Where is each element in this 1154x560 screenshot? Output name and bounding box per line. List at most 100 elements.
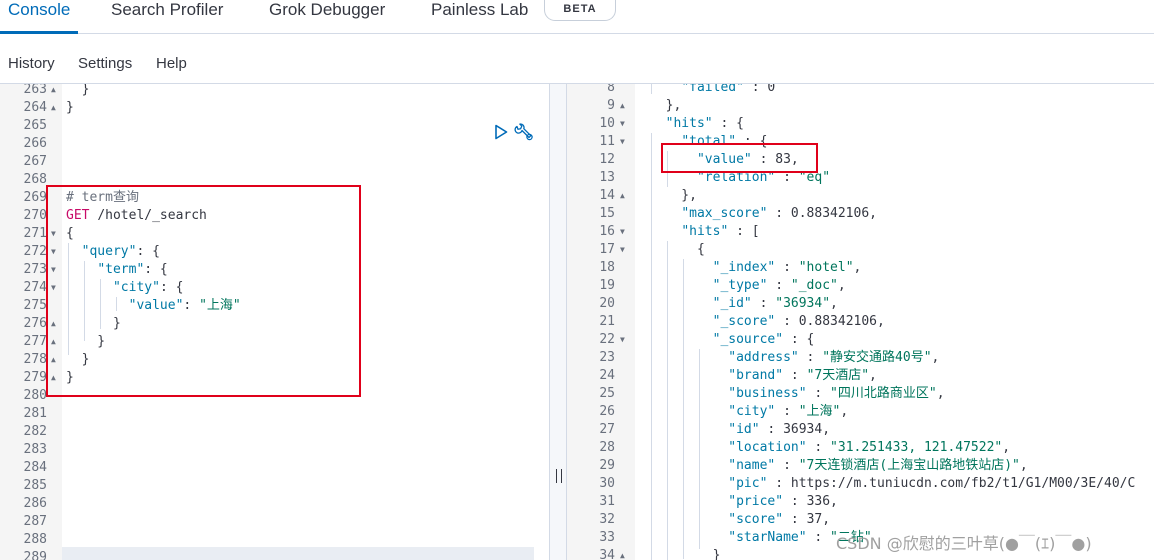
response-code-line[interactable]: 23 "address" : "静安交通路40号",: [567, 349, 1154, 367]
response-code-line[interactable]: 17 ▼ {: [567, 241, 1154, 259]
line-number: 32: [599, 512, 615, 527]
request-code-line[interactable]: 265: [0, 117, 549, 135]
response-code-line[interactable]: 29 "name" : "7天连锁酒店(上海宝山路地铁站店)",: [567, 457, 1154, 475]
response-code-line[interactable]: 27 "id" : 36934,: [567, 421, 1154, 439]
line-number: 265: [23, 118, 47, 133]
request-code-line[interactable]: 268: [0, 171, 549, 189]
request-code-line[interactable]: 282: [0, 423, 549, 441]
request-code-line[interactable]: 275 "value": "上海": [0, 297, 549, 315]
response-code-line[interactable]: 30 "pic" : https://m.tuniucdn.com/fb2/t1…: [567, 475, 1154, 493]
response-code-line[interactable]: 9 ▲ },: [567, 97, 1154, 115]
response-code-line[interactable]: 32 "score" : 37,: [567, 511, 1154, 529]
fold-open-icon[interactable]: ▼: [51, 225, 56, 243]
tab-console[interactable]: Console: [0, 0, 79, 34]
line-number: 275: [23, 298, 47, 313]
response-code-line[interactable]: 20 "_id" : "36934",: [567, 295, 1154, 313]
fold-open-icon[interactable]: ▼: [620, 241, 625, 259]
response-code-line[interactable]: 14 ▲ },: [567, 187, 1154, 205]
response-code-line[interactable]: 28 "location" : "31.251433, 121.47522",: [567, 439, 1154, 457]
request-code-line[interactable]: 273 ▼ "term": {: [0, 261, 549, 279]
line-number: 25: [599, 386, 615, 401]
fold-close-icon[interactable]: ▲: [620, 187, 625, 205]
response-code-line[interactable]: 21 "_score" : 0.88342106,: [567, 313, 1154, 331]
request-code-line[interactable]: 288: [0, 531, 549, 549]
code-text: "_type" : "_doc",: [712, 278, 846, 293]
request-code-line[interactable]: 279 ▲}: [0, 369, 549, 387]
fold-close-icon[interactable]: ▲: [51, 369, 56, 387]
response-viewer[interactable]: 8 "failed" : 0 9 ▲ }, 10 ▼ "hits" : {11 ▼ "to…: [567, 84, 1154, 560]
response-code-line[interactable]: 19 "_type" : "_doc",: [567, 277, 1154, 295]
response-code-line[interactable]: 11 ▼ "total" : {: [567, 133, 1154, 151]
tab-search-profiler[interactable]: Search Profiler: [111, 0, 223, 34]
menu-history[interactable]: History: [8, 55, 55, 72]
fold-close-icon[interactable]: ▲: [51, 99, 56, 117]
tab-grok-debugger[interactable]: Grok Debugger: [269, 0, 385, 34]
request-code-line[interactable]: 270 GET /hotel/_search: [0, 207, 549, 225]
line-number: 30: [599, 476, 615, 491]
fold-close-icon[interactable]: ▲: [620, 547, 625, 560]
fold-close-icon[interactable]: ▲: [620, 97, 625, 115]
indent-guide: [68, 243, 69, 355]
request-code-line[interactable]: 263 ▲ }: [0, 84, 549, 99]
response-code-line[interactable]: 25 "business" : "四川北路商业区",: [567, 385, 1154, 403]
request-code-line[interactable]: 280: [0, 387, 549, 405]
response-code-line[interactable]: 10 ▼ "hits" : {: [567, 115, 1154, 133]
request-code-line[interactable]: 281: [0, 405, 549, 423]
response-code-line[interactable]: 24 "brand" : "7天酒店",: [567, 367, 1154, 385]
fold-open-icon[interactable]: ▼: [51, 279, 56, 297]
fold-close-icon[interactable]: ▲: [51, 333, 56, 351]
tab-painless-lab[interactable]: Painless Lab: [431, 0, 528, 34]
request-code-line[interactable]: 271 ▼ {: [0, 225, 549, 243]
pane-resize-divider[interactable]: [549, 84, 567, 560]
request-code-line[interactable]: 269 # term查询: [0, 189, 549, 207]
code-text: "price" : 336,: [728, 494, 838, 509]
response-code-line[interactable]: 8 "failed" : 0: [567, 84, 1154, 97]
fold-open-icon[interactable]: ▼: [51, 261, 56, 279]
response-code-line[interactable]: 13 "relation" : "eq": [567, 169, 1154, 187]
request-code-line[interactable]: 285: [0, 477, 549, 495]
play-icon[interactable]: [494, 124, 508, 140]
line-number: 21: [599, 314, 615, 329]
request-code-line[interactable]: 267: [0, 153, 549, 171]
response-code-line[interactable]: 18 "_index" : "hotel",: [567, 259, 1154, 277]
response-code-line[interactable]: 26 "city" : "上海",: [567, 403, 1154, 421]
code-text: "hits" : {: [665, 116, 744, 131]
code-text: "score" : 37,: [728, 512, 831, 527]
fold-open-icon[interactable]: ▼: [620, 223, 625, 241]
response-code-line[interactable]: 31 "price" : 336,: [567, 493, 1154, 511]
request-editor[interactable]: 263 ▲ } 264 ▲} 265 266 267 268 269 # term查询 270 GET…: [0, 84, 549, 560]
response-code-line[interactable]: 12 "value" : 83,: [567, 151, 1154, 169]
request-code-line[interactable]: 278 ▲ }: [0, 351, 549, 369]
fold-open-icon[interactable]: ▼: [620, 133, 625, 151]
request-code-line[interactable]: 284: [0, 459, 549, 477]
wrench-icon[interactable]: [514, 123, 534, 141]
request-code-line[interactable]: 287: [0, 513, 549, 531]
fold-open-icon[interactable]: ▼: [620, 331, 625, 349]
fold-open-icon[interactable]: ▼: [51, 243, 56, 261]
line-number: 277: [23, 334, 47, 349]
fold-close-icon[interactable]: ▲: [51, 315, 56, 333]
request-code-line[interactable]: 286: [0, 495, 549, 513]
code-text: }: [66, 100, 74, 115]
fold-close-icon[interactable]: ▲: [51, 84, 56, 99]
response-code-line[interactable]: 16 ▼ "hits" : [: [567, 223, 1154, 241]
code-text: }: [66, 370, 74, 385]
request-code-line[interactable]: 277 ▲ }: [0, 333, 549, 351]
code-text: {: [650, 242, 705, 257]
response-code-line[interactable]: 15 "max_score" : 0.88342106,: [567, 205, 1154, 223]
response-code-line[interactable]: 22 ▼ "_source" : {: [567, 331, 1154, 349]
request-code-line[interactable]: 283: [0, 441, 549, 459]
request-code-line[interactable]: 274 ▼ "city": {: [0, 279, 549, 297]
menu-help[interactable]: Help: [156, 55, 187, 72]
menu-settings[interactable]: Settings: [78, 55, 132, 72]
line-number: 9: [607, 98, 615, 113]
request-code-line[interactable]: 264 ▲}: [0, 99, 549, 117]
request-code-line[interactable]: 276 ▲ }: [0, 315, 549, 333]
request-code-line[interactable]: 266: [0, 135, 549, 153]
console-menu: History Settings Help: [0, 34, 1154, 84]
request-code-line[interactable]: 272 ▼ "query": {: [0, 243, 549, 261]
fold-open-icon[interactable]: ▼: [620, 115, 625, 133]
resize-handle-icon[interactable]: [556, 469, 562, 483]
request-code-line[interactable]: 289: [0, 549, 549, 560]
fold-close-icon[interactable]: ▲: [51, 351, 56, 369]
